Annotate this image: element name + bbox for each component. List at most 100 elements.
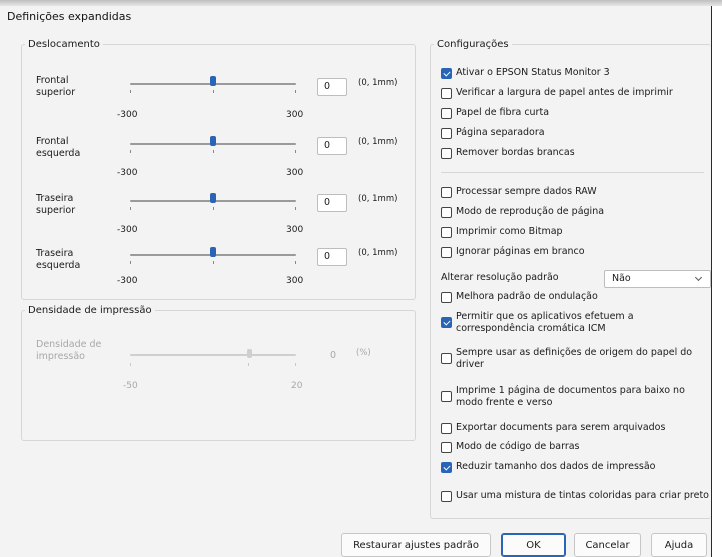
checkbox-label: Ignorar páginas em branco xyxy=(456,246,585,257)
checkbox-page-reproduction-mode[interactable]: Modo de reprodução de página xyxy=(441,206,604,218)
density-value-input[interactable]: 0 xyxy=(330,350,336,361)
offset-row-label: Traseira superior xyxy=(36,193,76,216)
checkbox-box[interactable] xyxy=(441,353,452,364)
checkbox-box[interactable] xyxy=(441,108,452,119)
checkbox-box[interactable] xyxy=(441,442,452,453)
checkbox-label: Modo de código de barras xyxy=(456,441,580,452)
checkbox-skip-blank-pages[interactable]: Ignorar páginas em branco xyxy=(441,246,585,258)
slider-tick xyxy=(295,363,296,366)
offset-slider-thumb[interactable] xyxy=(210,247,216,257)
checkbox-mixed-color-black[interactable]: Usar uma mistura de tintas coloridas par… xyxy=(441,490,709,502)
slider-tick xyxy=(130,150,131,153)
checkbox-box[interactable] xyxy=(441,148,452,159)
density-max-label: 20 xyxy=(291,381,303,391)
offset-slider-thumb[interactable] xyxy=(210,76,216,86)
slider-tick xyxy=(130,90,131,93)
checkbox-box[interactable] xyxy=(441,247,452,258)
offset-value-input[interactable]: 0 xyxy=(317,248,347,266)
checkbox-label: Papel de fibra curta xyxy=(456,107,550,118)
checkbox-label: Reduzir tamanho dos dados de impressão xyxy=(456,461,656,472)
checkbox-label: Usar uma mistura de tintas coloridas par… xyxy=(456,490,709,501)
checkbox-label: Melhora padrão de ondulação xyxy=(456,291,598,302)
settings-separator xyxy=(441,172,704,173)
slider-max-label: 300 xyxy=(286,168,304,178)
checkbox-epson-status-monitor[interactable]: Ativar o EPSON Status Monitor 3 xyxy=(441,67,610,79)
checkbox-label: Permitir que os aplicativos efetuem a co… xyxy=(456,311,634,334)
checkbox-box[interactable] xyxy=(441,462,452,473)
checkbox-box[interactable] xyxy=(441,423,452,434)
checkbox-box[interactable] xyxy=(441,227,452,238)
checkbox-box[interactable] xyxy=(441,317,452,328)
checkbox-label: Página separadora xyxy=(456,127,545,138)
offset-group-legend: Deslocamento xyxy=(28,39,100,50)
checkbox-label: Verificar a largura de papel antes de im… xyxy=(456,87,673,98)
density-slider-track[interactable] xyxy=(130,354,296,356)
default-resolution-select[interactable]: Não xyxy=(604,270,711,288)
checkbox-verify-paper-width[interactable]: Verificar a largura de papel antes de im… xyxy=(441,87,673,99)
checkbox-box[interactable] xyxy=(441,187,452,198)
checkbox-short-grain-paper[interactable]: Papel de fibra curta xyxy=(441,107,549,119)
slider-max-label: 300 xyxy=(286,110,304,120)
offset-value-input[interactable]: 0 xyxy=(317,78,347,96)
density-unit-label: (%) xyxy=(356,348,371,358)
checkbox-box[interactable] xyxy=(441,68,452,79)
checkbox-label: Modo de reprodução de página xyxy=(456,206,605,217)
slider-min-label: -300 xyxy=(117,225,138,235)
cancel-button[interactable]: Cancelar xyxy=(574,533,641,557)
checkbox-box[interactable] xyxy=(441,292,452,303)
print-density-label: Densidade de impressão xyxy=(36,339,102,362)
offset-row-label: Frontal esquerda xyxy=(36,136,81,159)
checkbox-ripple-improvement[interactable]: Melhora padrão de ondulação xyxy=(441,291,598,303)
checkbox-remove-white-borders[interactable]: Remover bordas brancas xyxy=(441,147,575,159)
slider-tick xyxy=(213,150,214,153)
slider-tick xyxy=(213,261,214,264)
expanded-settings-dialog: Definições expandidas Deslocamento Front… xyxy=(0,6,712,557)
slider-tick xyxy=(295,90,296,93)
chevron-down-icon xyxy=(694,273,703,282)
checkbox-label: Sempre usar as definições de origem do p… xyxy=(456,347,693,370)
checkbox-reduce-print-data[interactable]: Reduzir tamanho dos dados de impressão xyxy=(441,461,656,473)
checkbox-print-as-bitmap[interactable]: Imprimir como Bitmap xyxy=(441,226,563,238)
offset-slider-thumb[interactable] xyxy=(210,136,216,146)
restore-defaults-button[interactable]: Restaurar ajustes padrão xyxy=(341,533,491,557)
checkbox-label: Processar sempre dados RAW xyxy=(456,186,597,197)
checkbox-box[interactable] xyxy=(441,207,452,218)
offset-unit-label: (0, 1mm) xyxy=(358,137,398,147)
checkbox-icm-color-matching[interactable]: Permitir que os aplicativos efetuem a co… xyxy=(441,311,634,335)
slider-tick xyxy=(130,207,131,210)
dialog-title: Definições expandidas xyxy=(7,10,132,23)
print-density-group: Densidade de impressão xyxy=(21,305,416,441)
checkbox-box[interactable] xyxy=(441,128,452,139)
checkbox-box[interactable] xyxy=(441,391,452,402)
slider-min-label: -300 xyxy=(117,276,138,286)
slider-tick xyxy=(213,90,214,93)
offset-value-input[interactable]: 0 xyxy=(317,194,347,212)
checkbox-always-raw[interactable]: Processar sempre dados RAW xyxy=(441,186,597,198)
offset-slider-thumb[interactable] xyxy=(210,193,216,203)
checkbox-label: Ativar o EPSON Status Monitor 3 xyxy=(456,67,610,78)
checkbox-separator-page[interactable]: Página separadora xyxy=(441,127,545,139)
slider-tick xyxy=(295,207,296,210)
checkbox-label: Imprimir como Bitmap xyxy=(456,226,563,237)
checkbox-box[interactable] xyxy=(441,88,452,99)
offset-unit-label: (0, 1mm) xyxy=(358,78,398,88)
density-slider-thumb[interactable] xyxy=(247,349,252,358)
checkbox-print-first-page-facedown[interactable]: Imprime 1 página de documentos para baix… xyxy=(441,385,685,409)
checkbox-export-documents[interactable]: Exportar documents para serem arquivados xyxy=(441,422,665,434)
offset-row-label: Traseira esquerda xyxy=(36,248,81,271)
change-default-resolution-label: Alterar resolução padrão xyxy=(441,272,559,283)
help-button[interactable]: Ajuda xyxy=(651,533,707,557)
offset-unit-label: (0, 1mm) xyxy=(358,194,398,204)
checkbox-barcode-mode[interactable]: Modo de código de barras xyxy=(441,441,580,453)
slider-tick xyxy=(213,207,214,210)
slider-min-label: -300 xyxy=(117,110,138,120)
checkbox-box[interactable] xyxy=(441,491,452,502)
checkbox-label: Remover bordas brancas xyxy=(456,147,575,158)
checkbox-label: Exportar documents para serem arquivados xyxy=(456,422,666,433)
print-density-group-legend: Densidade de impressão xyxy=(28,305,152,316)
checkbox-driver-paper-source[interactable]: Sempre usar as definições de origem do p… xyxy=(441,347,692,371)
ok-button[interactable]: OK xyxy=(501,533,566,557)
offset-value-input[interactable]: 0 xyxy=(317,137,347,155)
slider-min-label: -300 xyxy=(117,168,138,178)
slider-tick xyxy=(130,261,131,264)
